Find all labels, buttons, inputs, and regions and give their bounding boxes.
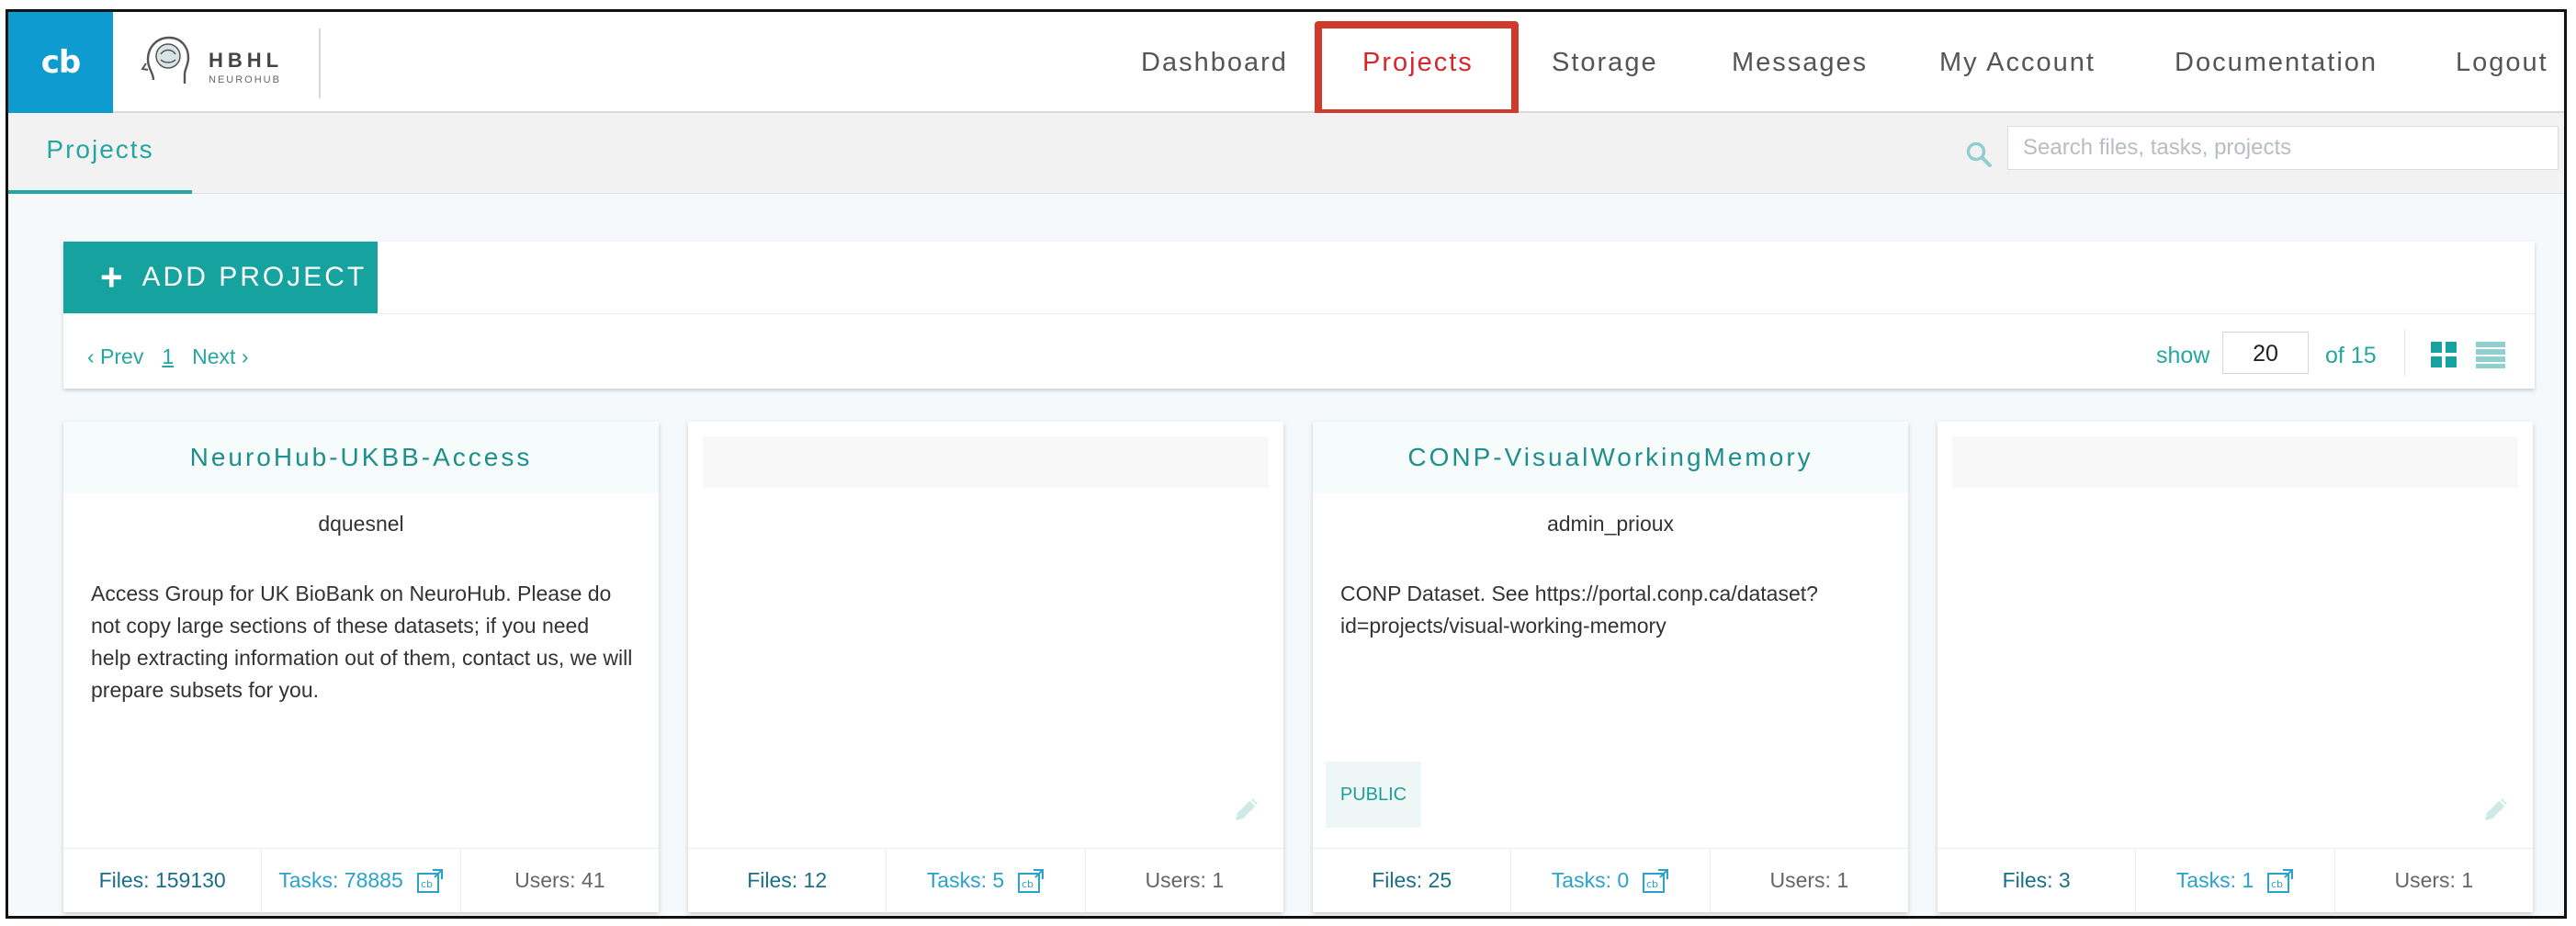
total-count-label: of 15 bbox=[2325, 343, 2377, 368]
svg-text:cb: cb bbox=[1646, 878, 1658, 890]
files-count[interactable]: Files: 159130 bbox=[63, 849, 263, 912]
project-title[interactable]: NeuroHub-UKBB-Access bbox=[63, 422, 659, 493]
cbrain-logo[interactable]: cb bbox=[8, 12, 113, 113]
svg-text:cb: cb bbox=[421, 878, 433, 890]
tasks-count[interactable]: Tasks: 0 cb bbox=[1511, 849, 1711, 912]
project-card[interactable]: Files: 3 Tasks: 1 cb Users: 1 bbox=[1938, 422, 2533, 912]
tab-projects[interactable]: Projects bbox=[8, 113, 192, 194]
project-description: Access Group for UK BioBank on NeuroHub.… bbox=[91, 582, 633, 702]
tasks-count[interactable]: Tasks: 1 cb bbox=[2136, 849, 2335, 912]
users-count-label: Users: 1 bbox=[1769, 868, 1849, 892]
users-count: Users: 41 bbox=[461, 849, 659, 912]
project-stats: Files: 159130 Tasks: 78885 cb Users: 41 bbox=[63, 848, 659, 912]
hbhl-title: HBHL bbox=[209, 49, 284, 72]
list-view-icon[interactable] bbox=[2476, 341, 2505, 368]
svg-text:cb: cb bbox=[1022, 878, 1034, 890]
tasks-count[interactable]: Tasks: 78885 cb bbox=[262, 849, 461, 912]
nav-documentation[interactable]: Documentation bbox=[2175, 12, 2378, 113]
users-count-label: Users: 1 bbox=[1145, 868, 1225, 892]
files-count[interactable]: Files: 12 bbox=[688, 849, 887, 912]
project-title[interactable] bbox=[703, 436, 1269, 488]
files-count-label: Files: 12 bbox=[747, 868, 828, 892]
grid-view-icon[interactable] bbox=[2430, 341, 2457, 368]
project-card[interactable]: Files: 12 Tasks: 5 cb Users: 1 bbox=[688, 422, 1283, 912]
users-count: Users: 1 bbox=[1711, 849, 1908, 912]
tasks-count-label: Tasks: 78885 bbox=[278, 868, 403, 892]
tasks-count-label: Tasks: 5 bbox=[926, 868, 1005, 892]
search-input[interactable] bbox=[2007, 126, 2559, 170]
project-title[interactable]: CONP-VisualWorkingMemory bbox=[1313, 422, 1908, 493]
files-count-label: Files: 159130 bbox=[98, 868, 226, 892]
files-count-label: Files: 25 bbox=[1372, 868, 1452, 892]
launch-task-icon[interactable]: cb bbox=[1017, 868, 1045, 894]
sub-header: Projects bbox=[8, 113, 2564, 194]
project-description: CONP Dataset. See https://portal.conp.ca… bbox=[1340, 582, 1818, 638]
add-project-button[interactable]: + ADD PROJECT bbox=[63, 242, 378, 313]
project-stats: Files: 25 Tasks: 0 cb Users: 1 bbox=[1313, 848, 1908, 912]
nav-messages[interactable]: Messages bbox=[1732, 12, 1868, 113]
search-icon bbox=[1966, 141, 1992, 167]
per-page-input[interactable]: 20 bbox=[2222, 332, 2309, 374]
projects-toolbar: + ADD PROJECT ‹ Prev 1 Next › show 20 of… bbox=[63, 242, 2535, 389]
files-count-label: Files: 3 bbox=[2002, 868, 2071, 892]
page-number-link[interactable]: 1 bbox=[162, 344, 174, 369]
hbhl-neurohub-logo[interactable]: HBHL NEUROHUB bbox=[137, 28, 321, 98]
edit-pencil-icon[interactable] bbox=[2480, 793, 2513, 826]
top-navbar: cb HBHL NEUROHUB Dashboard Projects Stor… bbox=[8, 12, 2564, 117]
project-card[interactable]: CONP-VisualWorkingMemory admin_prioux CO… bbox=[1313, 422, 1908, 912]
project-card[interactable]: NeuroHub-UKBB-Access dquesnel Access Gro… bbox=[63, 422, 659, 912]
launch-task-icon[interactable]: cb bbox=[416, 868, 444, 894]
hbhl-subtitle: NEUROHUB bbox=[209, 74, 281, 85]
toolbar-divider bbox=[63, 313, 2535, 314]
nav-my-account[interactable]: My Account bbox=[1939, 12, 2096, 113]
projects-highlight-box bbox=[1315, 21, 1519, 117]
nav-storage[interactable]: Storage bbox=[1552, 12, 1658, 113]
public-badge: PUBLIC bbox=[1326, 762, 1421, 828]
show-label: show bbox=[2156, 343, 2210, 368]
nav-dashboard[interactable]: Dashboard bbox=[1141, 12, 1288, 113]
tasks-count[interactable]: Tasks: 5 cb bbox=[887, 849, 1086, 912]
users-count: Users: 1 bbox=[2335, 849, 2533, 912]
users-count-label: Users: 1 bbox=[2394, 868, 2474, 892]
tasks-count-label: Tasks: 1 bbox=[2175, 868, 2254, 892]
files-count[interactable]: Files: 25 bbox=[1313, 849, 1512, 912]
next-page-link[interactable]: Next › bbox=[192, 344, 248, 369]
prev-page-link[interactable]: ‹ Prev bbox=[87, 344, 143, 369]
nav-logout[interactable]: Logout bbox=[2456, 12, 2548, 113]
files-count[interactable]: Files: 3 bbox=[1938, 849, 2137, 912]
launch-task-icon[interactable]: cb bbox=[2266, 868, 2294, 894]
tasks-count-label: Tasks: 0 bbox=[1551, 868, 1630, 892]
project-stats: Files: 3 Tasks: 1 cb Users: 1 bbox=[1938, 848, 2533, 912]
view-toggle-divider bbox=[2404, 330, 2405, 376]
users-count-label: Users: 41 bbox=[514, 868, 605, 892]
edit-pencil-icon[interactable] bbox=[1230, 793, 1263, 826]
svg-text:cb: cb bbox=[2271, 878, 2283, 890]
plus-icon: + bbox=[100, 255, 126, 299]
app-window: cb HBHL NEUROHUB Dashboard Projects Stor… bbox=[6, 9, 2567, 919]
pagination: ‹ Prev 1 Next › bbox=[87, 344, 248, 369]
launch-task-icon[interactable]: cb bbox=[1642, 868, 1669, 894]
project-title[interactable] bbox=[1952, 436, 2518, 488]
brain-head-icon bbox=[141, 36, 190, 84]
add-project-label: ADD PROJECT bbox=[141, 262, 367, 292]
project-owner: dquesnel bbox=[318, 512, 404, 536]
project-owner: admin_prioux bbox=[1546, 512, 1675, 536]
project-stats: Files: 12 Tasks: 5 cb Users: 1 bbox=[688, 848, 1283, 912]
users-count: Users: 1 bbox=[1086, 849, 1283, 912]
